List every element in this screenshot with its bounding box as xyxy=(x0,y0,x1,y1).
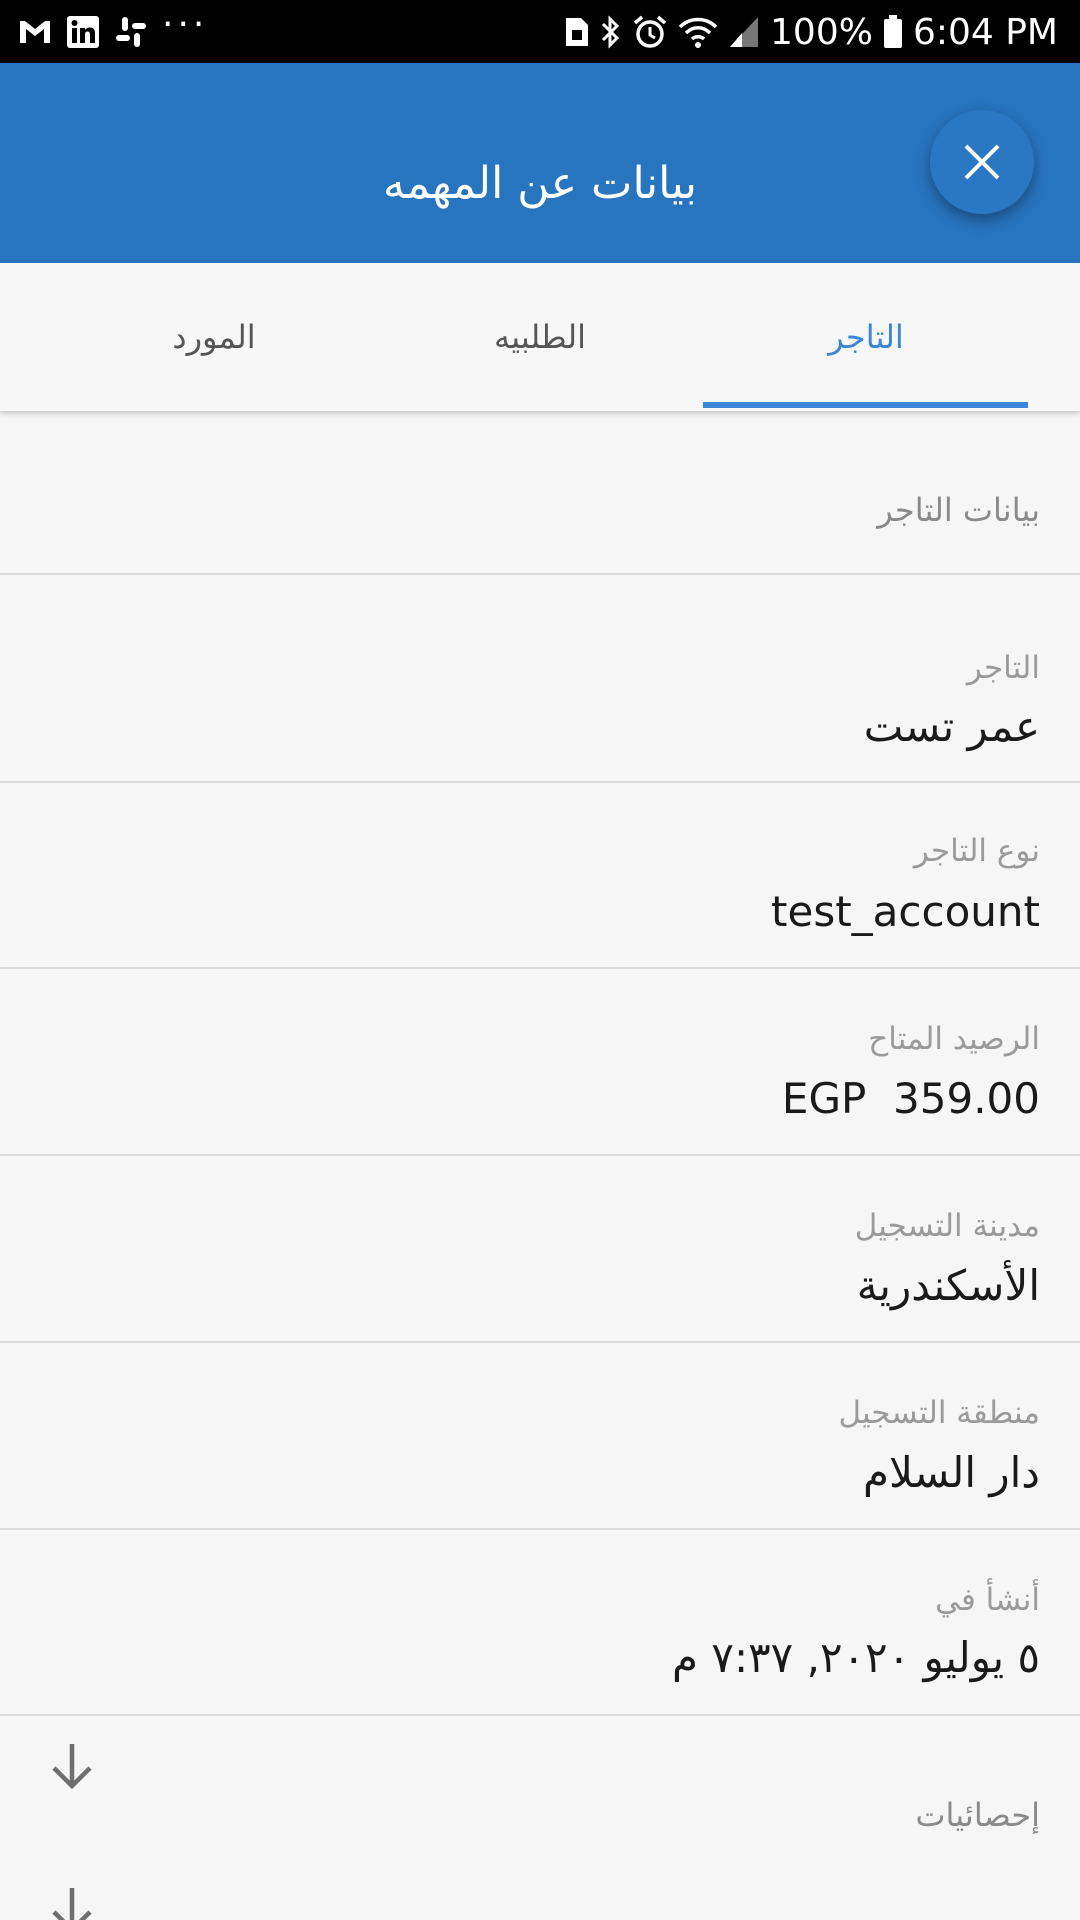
tab-order[interactable]: الطلبيه xyxy=(377,263,703,411)
linkedin-icon xyxy=(66,15,100,49)
statistics-label: إحصائيات xyxy=(915,1796,1040,1834)
page-title: بيانات عن المهمه xyxy=(382,158,698,209)
app-bar: بيانات عن المهمه xyxy=(0,63,1080,263)
field-value: عمر تست xyxy=(863,702,1040,751)
more-notifications-icon: ··· xyxy=(162,4,209,45)
close-button[interactable] xyxy=(930,110,1034,214)
signal-icon xyxy=(728,15,760,49)
field-registration-city: مدينة التسجيل الأسكندرية xyxy=(0,1156,1080,1343)
wifi-icon xyxy=(678,15,718,49)
field-value: الأسكندرية xyxy=(856,1261,1040,1310)
field-value: ٥ يوليو ٢٠٢٠, ٧:٣٧ م xyxy=(672,1633,1040,1682)
active-tab-indicator xyxy=(703,402,1028,408)
status-bar: ··· 100% 6:04 PM xyxy=(0,0,1080,63)
sim-icon xyxy=(564,16,590,48)
tab-merchant[interactable]: التاجر xyxy=(703,263,1029,411)
arrow-down-icon[interactable] xyxy=(48,1740,96,1796)
field-available-balance: الرصيد المتاح EGP 359.00 xyxy=(0,969,1080,1156)
battery-percent: 100% xyxy=(770,11,873,53)
field-label: التاجر xyxy=(966,650,1040,686)
alarm-icon xyxy=(632,14,668,50)
field-merchant-type: نوع التاجر test_account xyxy=(0,783,1080,969)
gmail-icon xyxy=(18,19,52,45)
bluetooth-icon xyxy=(600,14,622,50)
section-title: بيانات التاجر xyxy=(877,491,1040,529)
field-value: دار السلام xyxy=(862,1448,1040,1497)
field-registration-area: منطقة التسجيل دار السلام xyxy=(0,1343,1080,1530)
field-label: مدينة التسجيل xyxy=(854,1208,1040,1244)
field-merchant: التاجر عمر تست xyxy=(0,575,1080,783)
close-icon xyxy=(964,144,1000,180)
slack-icon xyxy=(114,15,148,49)
system-icons: 100% 6:04 PM xyxy=(564,10,1058,54)
field-value: EGP 359.00 xyxy=(781,1074,1040,1123)
field-label: أنشأ في xyxy=(935,1582,1040,1618)
status-time: 6:04 PM xyxy=(912,11,1058,53)
field-created-at: أنشأ في ٥ يوليو ٢٠٢٠, ٧:٣٧ م xyxy=(0,1530,1080,1716)
tab-supplier[interactable]: المورد xyxy=(51,263,377,411)
notification-icons: ··· xyxy=(18,7,208,52)
tab-bar: التاجر الطلبيه المورد xyxy=(0,263,1080,411)
section-header: بيانات التاجر xyxy=(0,411,1080,575)
field-value: test_account xyxy=(771,887,1040,936)
field-label: نوع التاجر xyxy=(913,833,1040,869)
statistics-expander[interactable]: إحصائيات xyxy=(0,1716,1080,1920)
field-label: منطقة التسجيل xyxy=(838,1395,1040,1431)
battery-icon xyxy=(883,15,903,49)
arrow-down-icon[interactable] xyxy=(48,1884,96,1920)
field-label: الرصيد المتاح xyxy=(868,1021,1040,1057)
